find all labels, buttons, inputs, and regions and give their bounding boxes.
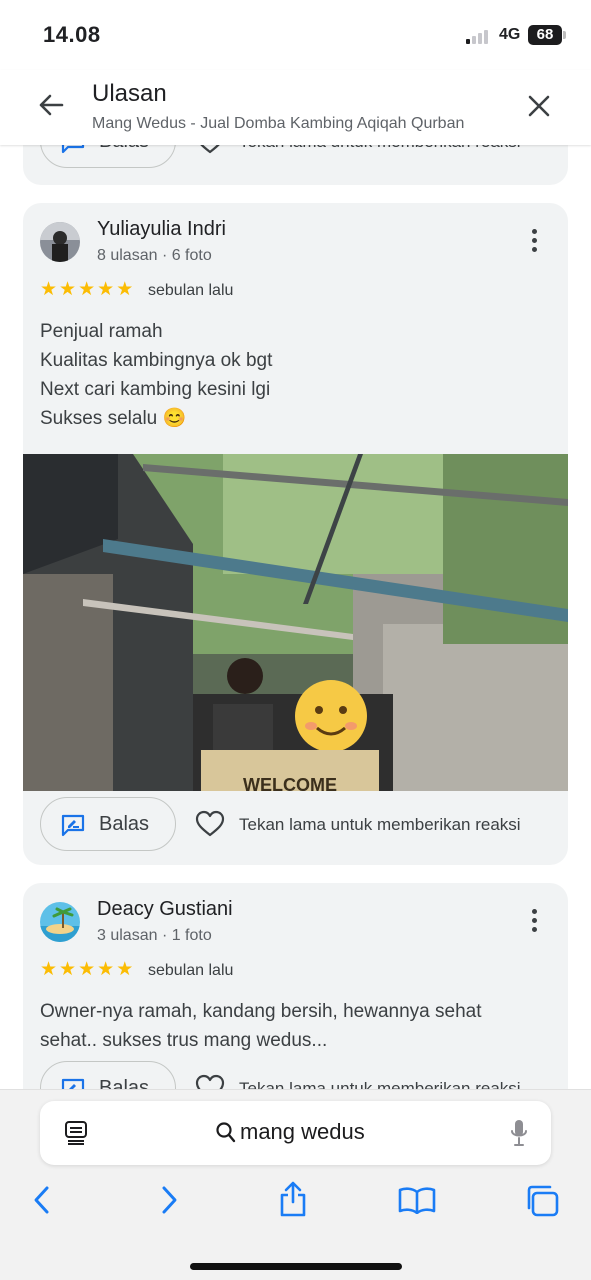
review-line: sehat.. sukses trus mang wedus... <box>40 1030 328 1051</box>
close-icon[interactable] <box>524 91 554 121</box>
review-feed[interactable]: Balas Tekan lama untuk memberikan reaksi… <box>0 0 591 1090</box>
search-field[interactable]: mang wedus <box>216 1119 365 1145</box>
more-options-icon[interactable] <box>526 229 542 255</box>
review-actions: Balas Tekan lama untuk memberikan reaksi <box>40 1061 560 1090</box>
review-actions: Balas Tekan lama untuk memberikan reaksi <box>40 797 560 853</box>
app-header: Ulasan Mang Wedus - Jual Domba Kambing A… <box>0 70 591 145</box>
reply-icon <box>61 1078 85 1090</box>
back-icon[interactable] <box>30 1184 54 1216</box>
review-card: Yuliayulia Indri 8 ulasan · 6 foto ★ ★ ★ ★ ★… <box>23 203 568 865</box>
review-line: Penjual ramah <box>40 321 163 342</box>
star-rating: ★ ★ ★ ★ ★ <box>40 280 133 300</box>
star-icon: ★ <box>78 959 96 980</box>
page-format-icon[interactable] <box>64 1120 88 1146</box>
bookmarks-icon[interactable] <box>398 1186 436 1214</box>
status-time: 14.08 <box>43 22 101 47</box>
reply-button[interactable]: Balas <box>40 1061 176 1090</box>
star-icon: ★ <box>116 279 134 300</box>
battery-tip <box>563 31 566 39</box>
reply-label: Balas <box>99 813 150 835</box>
star-rating: ★ ★ ★ ★ ★ <box>40 960 133 980</box>
tabs-icon[interactable] <box>524 1184 560 1218</box>
review-line: Next cari kambing kesini lgi <box>40 379 271 400</box>
home-indicator[interactable] <box>190 1263 402 1270</box>
reviewer-name[interactable]: Deacy Gustiani <box>97 898 233 921</box>
signal-icon <box>466 28 492 44</box>
photo-sign-text: WELCOME <box>243 775 337 791</box>
status-bar: 14.08 4G 68 <box>0 0 591 70</box>
review-date: sebulan lalu <box>148 282 234 299</box>
reviewer-name[interactable]: Yuliayulia Indri <box>97 218 226 241</box>
star-icon: ★ <box>97 959 115 980</box>
forward-icon[interactable] <box>157 1184 181 1216</box>
review-line: Sukses selalu 😊 <box>40 408 187 429</box>
review-line: Owner-nya ramah, kandang bersih, hewanny… <box>40 1001 482 1022</box>
reaction-hint: Tekan lama untuk memberikan reaksi <box>239 815 521 834</box>
reviewer-meta: 8 ulasan · 6 foto <box>97 247 212 264</box>
network-type: 4G <box>499 26 521 43</box>
star-icon: ★ <box>59 959 77 980</box>
review-text: Penjual ramah Kualitas kambingnya ok bgt… <box>40 317 555 433</box>
page-title: Ulasan <box>92 80 167 107</box>
share-icon[interactable] <box>277 1180 309 1218</box>
back-arrow-icon[interactable] <box>36 90 66 120</box>
search-icon <box>216 1122 236 1143</box>
avatar[interactable] <box>40 222 80 262</box>
review-card: Deacy Gustiani 3 ulasan · 1 foto ★ ★ ★ ★ ★ s… <box>23 883 568 1090</box>
search-query: mang wedus <box>240 1119 365 1144</box>
star-icon: ★ <box>40 279 58 300</box>
star-icon: ★ <box>40 959 58 980</box>
heart-icon[interactable] <box>195 1074 225 1090</box>
reply-button[interactable]: Balas <box>40 797 176 851</box>
star-icon: ★ <box>97 279 115 300</box>
review-line: Kualitas kambingnya ok bgt <box>40 350 273 371</box>
avatar[interactable] <box>40 902 80 942</box>
star-icon: ★ <box>116 959 134 980</box>
star-icon: ★ <box>59 279 77 300</box>
heart-icon[interactable] <box>195 810 225 838</box>
address-bar[interactable]: mang wedus <box>40 1101 551 1165</box>
battery-icon: 68 <box>528 25 562 45</box>
microphone-icon[interactable] <box>509 1118 529 1148</box>
reply-icon <box>61 814 85 837</box>
review-date: sebulan lalu <box>148 962 234 979</box>
place-name: Mang Wedus - Jual Domba Kambing Aqiqah Q… <box>92 115 465 132</box>
reviewer-meta: 3 ulasan · 1 foto <box>97 927 212 944</box>
review-text: Owner-nya ramah, kandang bersih, hewanny… <box>40 997 555 1055</box>
more-options-icon[interactable] <box>526 909 542 935</box>
review-photo[interactable]: WELCOME <box>23 454 568 791</box>
star-icon: ★ <box>78 279 96 300</box>
browser-toolbar: mang wedus <box>0 1089 591 1280</box>
